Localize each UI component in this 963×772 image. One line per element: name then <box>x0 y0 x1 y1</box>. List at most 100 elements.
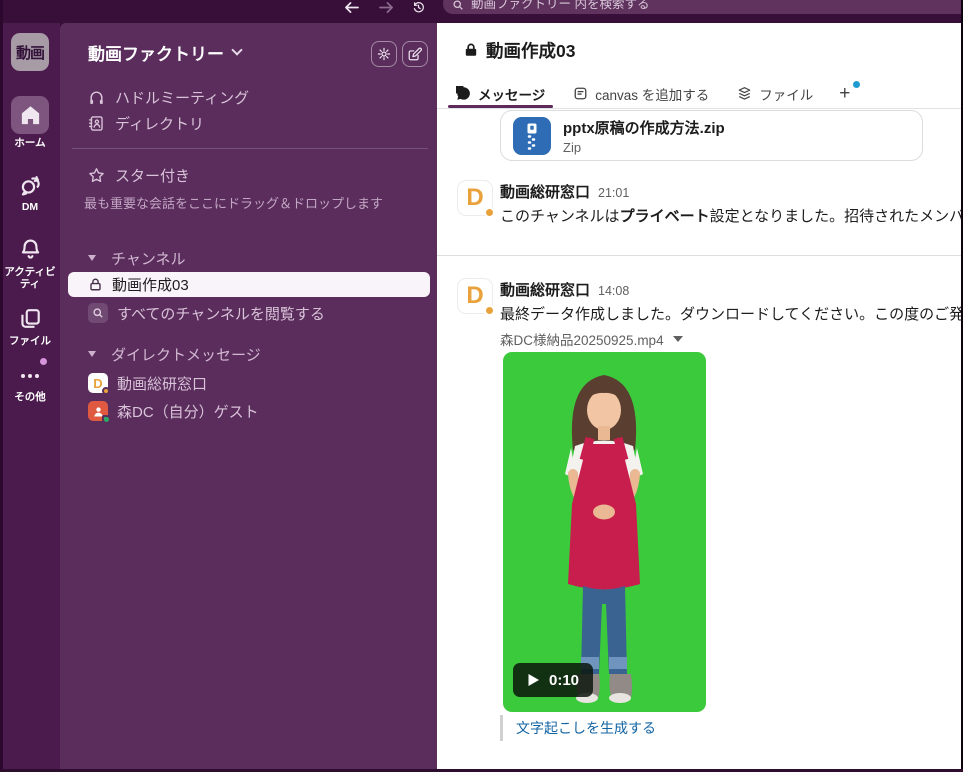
avatar-letter: D <box>93 377 102 390</box>
avatar[interactable]: D <box>457 180 493 216</box>
chevron-down-icon <box>88 351 96 357</box>
rail-item-home[interactable]: ホーム <box>0 96 60 149</box>
file-name: pptx原稿の作成方法.zip <box>563 117 725 138</box>
sidebar-item-label: ハドルミーティング <box>115 87 249 108</box>
tab-add-canvas[interactable]: canvas を追加する <box>565 79 717 108</box>
video-filename: 森DC様納品20250925.mp4 <box>500 329 664 349</box>
sidebar-item-browse-channels[interactable]: すべてのチャンネルを閲覧する <box>76 300 429 326</box>
bell-icon <box>19 238 42 261</box>
file-type: Zip <box>563 140 725 155</box>
search-placeholder: 動画ファクトリー 内を検索する <box>471 0 649 12</box>
timestamp[interactable]: 14:08 <box>598 284 629 298</box>
home-icon <box>19 104 42 127</box>
message-text-bold: プライベート <box>620 208 710 225</box>
layers-icon <box>737 86 752 101</box>
history-icon[interactable] <box>407 0 429 16</box>
video-play-button[interactable]: 0:10 <box>513 663 593 697</box>
search-input[interactable]: 動画ファクトリー 内を検索する <box>443 0 963 14</box>
tab-label: canvas を追加する <box>595 84 709 104</box>
rail-label-home: ホーム <box>14 137 45 149</box>
forward-icon[interactable] <box>375 0 397 16</box>
sidebar-dm-sokken[interactable]: D 動画総研窓口 <box>76 370 429 396</box>
lock-icon <box>463 42 479 58</box>
tab-add-button[interactable]: + <box>833 83 856 105</box>
search-icon <box>452 0 464 11</box>
sidebar-item-label: すべてのチャンネルを閲覧する <box>117 303 325 324</box>
avatar[interactable]: D <box>457 278 493 314</box>
channel-title: 動画作成03 <box>486 38 575 63</box>
channel-name: 動画作成03 <box>112 274 189 295</box>
address-book-icon <box>88 115 105 132</box>
compose-icon <box>408 47 422 61</box>
chevron-down-icon <box>88 255 96 261</box>
sender-name[interactable]: 動画総研窓口 <box>500 279 590 300</box>
greenscreen-video-frame <box>503 352 706 712</box>
sidebar-item-huddles[interactable]: ハドルミーティング <box>76 84 429 110</box>
main-content: 動画作成03 メッセージ canvas を追加する ファイル + <box>437 23 961 769</box>
zip-file-icon <box>513 117 551 155</box>
sidebar-item-directory[interactable]: ディレクトリ <box>76 110 429 136</box>
generate-transcript-link[interactable]: 文字起こしを生成する <box>516 718 656 738</box>
star-icon <box>88 167 105 184</box>
rail-item-activity[interactable]: アクティビティ <box>0 235 60 290</box>
back-icon[interactable] <box>340 0 362 16</box>
message-group-divider <box>437 255 961 256</box>
avatar-letter: D <box>466 284 483 308</box>
workspace-initial: 動画 <box>16 42 44 63</box>
compose-button[interactable] <box>402 41 428 67</box>
sidebar-item-label: スター付き <box>115 165 190 186</box>
rail-item-files[interactable]: ファイル <box>0 304 60 347</box>
video-filename-row[interactable]: 森DC様納品20250925.mp4 <box>500 329 683 349</box>
chevron-down-icon <box>673 336 683 342</box>
rail-item-dm[interactable]: DM <box>0 172 60 213</box>
settings-button[interactable] <box>371 41 397 67</box>
slack-window: 動画ファクトリー 内を検索する 動画 ホーム DM アクティビティ <box>0 0 963 772</box>
top-bar: 動画ファクトリー 内を検索する <box>0 0 963 23</box>
headphones-icon <box>88 89 105 106</box>
rail-label-more: その他 <box>14 391 46 403</box>
tab-label: ファイル <box>759 84 813 104</box>
message-text: このチャンネルはプライベート設定となりました。招待されたメンバ <box>500 205 961 229</box>
video-thumbnail[interactable]: 0:10 <box>503 352 706 712</box>
play-icon <box>527 673 540 687</box>
rail-item-more[interactable]: その他 <box>0 364 60 403</box>
workspace-switcher-button[interactable]: 動画 <box>11 33 49 71</box>
ellipsis-icon <box>21 364 39 388</box>
canvas-icon <box>573 86 588 101</box>
sender-name[interactable]: 動画総研窓口 <box>500 181 590 202</box>
sidebar-divider <box>72 148 428 149</box>
section-label: チャンネル <box>111 248 186 269</box>
window-border-left <box>0 0 3 772</box>
dm-icon <box>19 174 42 197</box>
avatar-badge <box>484 305 495 316</box>
avatar-badge <box>484 207 495 218</box>
avatar: D <box>88 373 108 393</box>
online-status-icon <box>102 415 111 424</box>
tab-messages[interactable]: メッセージ <box>448 79 553 108</box>
workspace-name[interactable]: 動画ファクトリー <box>88 40 224 65</box>
lock-icon <box>88 277 103 292</box>
tab-label: メッセージ <box>478 84 545 104</box>
rail-label-activity: アクティビティ <box>4 266 56 290</box>
avatar <box>88 401 108 421</box>
avatar-letter: D <box>466 186 483 210</box>
left-rail: 動画 ホーム DM アクティビティ ファイル <box>0 23 60 772</box>
section-dms[interactable]: ダイレクトメッセージ <box>88 343 429 365</box>
sidebar-actions <box>371 41 428 67</box>
file-card-text: pptx原稿の作成方法.zip Zip <box>563 117 725 155</box>
tab-notification-dot <box>853 81 860 88</box>
tab-bar: メッセージ canvas を追加する ファイル + <box>448 79 961 108</box>
sidebar-channel-selected[interactable]: 動画作成03 <box>68 272 430 297</box>
section-channels[interactable]: チャンネル <box>88 247 429 269</box>
dm-name: 動画総研窓口 <box>117 373 207 394</box>
sidebar-item-starred[interactable]: スター付き <box>76 162 429 188</box>
file-attachment-card[interactable]: pptx原稿の作成方法.zip Zip <box>500 110 923 161</box>
tab-files[interactable]: ファイル <box>729 79 821 108</box>
channel-header[interactable]: 動画作成03 <box>463 36 575 64</box>
plus-icon: + <box>839 83 850 104</box>
avatar-badge <box>102 387 110 395</box>
timestamp[interactable]: 21:01 <box>598 186 629 200</box>
files-tile <box>11 304 49 332</box>
sidebar-dm-self[interactable]: 森DC（自分）ゲスト <box>76 398 429 424</box>
sidebar-item-label: ディレクトリ <box>115 113 204 134</box>
